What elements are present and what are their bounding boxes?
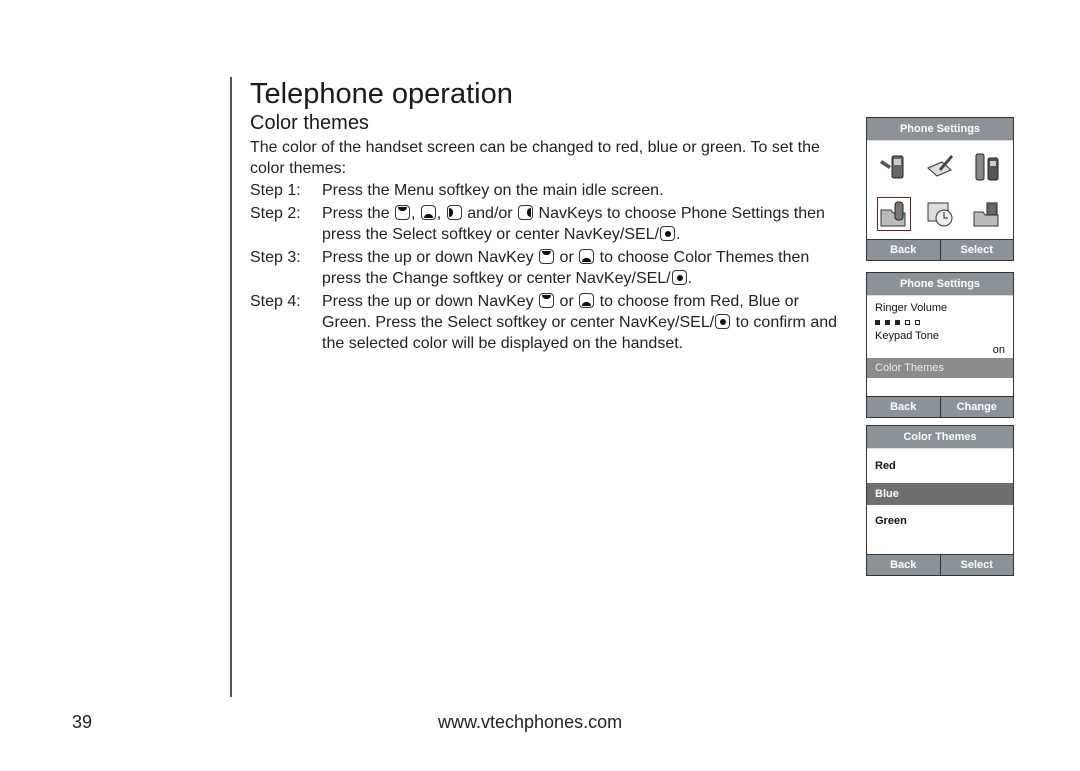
step-2: Step 2: Press the , , and/or NavKeys to … [250,203,840,245]
option-green[interactable]: Green [867,510,1013,532]
step-3: Step 3: Press the up or down NavKey or t… [250,247,840,289]
step-text: Press the Menu softkey on the main idle … [322,182,664,199]
calendar-clock-icon[interactable] [917,190,963,237]
softkey-select[interactable]: Select [941,240,1014,260]
screen-header: Phone Settings [867,118,1013,141]
navkey-right-icon [518,205,534,220]
footer-url[interactable]: www.vtechphones.com [438,712,622,733]
softkey-back[interactable]: Back [867,240,941,260]
folder-handset-icon[interactable] [871,190,917,237]
menu-item-keypad-tone[interactable]: Keypad Tone [867,330,1013,344]
margin-rule [230,77,232,697]
navkey-select-icon [715,314,731,329]
screen-header: Phone Settings [867,273,1013,296]
navkey-up-icon [539,293,555,308]
screen-phone-settings-menu: Phone Settings Back Select [866,117,1014,261]
step-label: Step 4: [250,293,301,310]
step-1: Step 1: Press the Menu softkey on the ma… [250,180,840,201]
step-text: Press the , , and/or NavKeys to choose P… [322,205,825,243]
navkey-left-icon [446,205,462,220]
step-label: Step 3: [250,249,301,266]
folder-photo-icon[interactable] [963,190,1009,237]
page-number: 39 [72,712,93,732]
step-4: Step 4: Press the up or down NavKey or t… [250,291,840,354]
softkey-bar: Back Select [867,239,1013,260]
navkey-select-icon [660,226,676,241]
intercom-handsets-icon[interactable] [963,143,1009,190]
navkey-down-icon [579,293,595,308]
screen-phone-settings-list: Phone Settings Ringer Volume Keypad Tone… [866,272,1014,418]
step-text: Press the up or down NavKey or to choose… [322,249,810,287]
steps-list: Step 1: Press the Menu softkey on the ma… [250,180,840,356]
menu-item-ringer-volume[interactable]: Ringer Volume [867,302,1013,316]
navkey-select-icon [671,270,687,285]
softkey-back[interactable]: Back [867,555,941,575]
notepad-pen-icon[interactable] [917,143,963,190]
softkey-select[interactable]: Select [941,555,1014,575]
softkey-back[interactable]: Back [867,397,941,417]
section-title: Color themes [250,112,369,134]
navkey-up-icon [395,205,411,220]
navkey-down-icon [579,249,595,264]
softkey-bar: Back Change [867,396,1013,417]
softkey-bar: Back Select [867,554,1013,575]
screen-color-themes: Color Themes Red Blue Green Back Select [866,425,1014,576]
page-title: Telephone operation [250,78,513,110]
menu-item-color-themes[interactable]: Color Themes [867,358,1013,378]
handset-settings-icon[interactable] [871,143,917,190]
navkey-down-icon [420,205,436,220]
screen-header: Color Themes [867,426,1013,449]
option-blue[interactable]: Blue [867,483,1013,505]
keypad-tone-value: on [992,344,1005,356]
option-red[interactable]: Red [867,455,1013,477]
step-text: Press the up or down NavKey or to choose… [322,293,838,352]
step-label: Step 1: [250,182,301,199]
softkey-change[interactable]: Change [941,397,1014,417]
step-label: Step 2: [250,205,301,222]
intro-text: The color of the handset screen can be c… [250,139,820,177]
menu-icon-grid [867,141,1013,239]
navkey-up-icon [539,249,555,264]
ringer-volume-level [867,316,1013,330]
